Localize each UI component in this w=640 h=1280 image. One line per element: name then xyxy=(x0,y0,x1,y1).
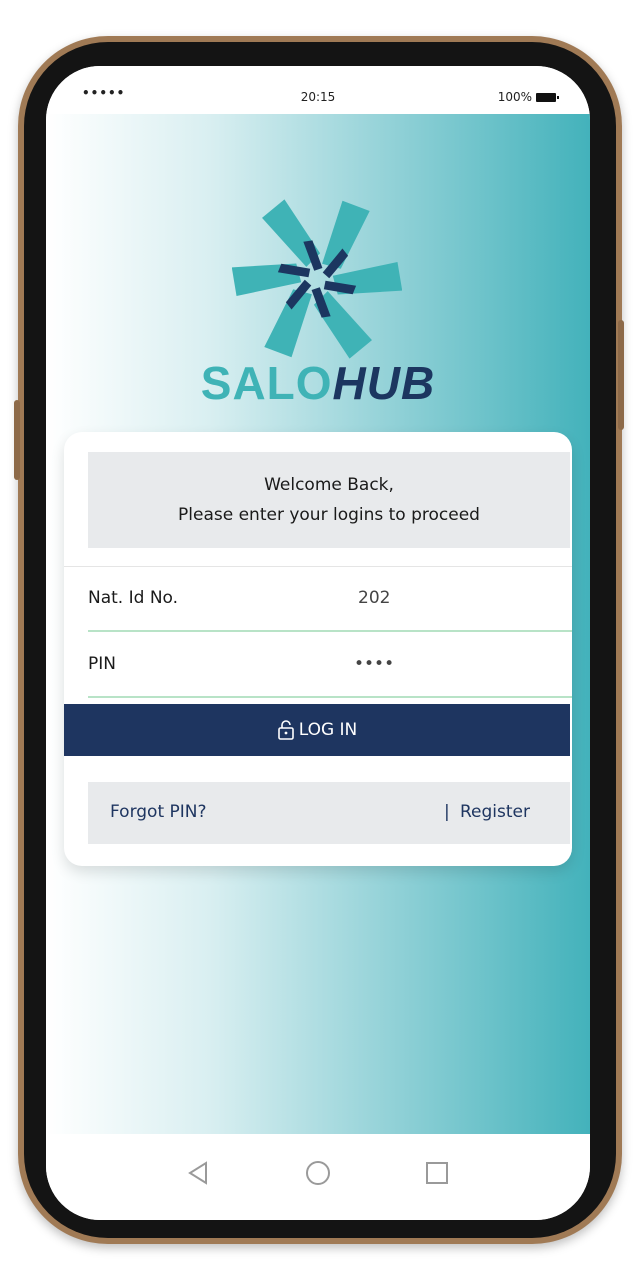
battery-status: 100% xyxy=(497,90,559,104)
register-link[interactable]: Register xyxy=(460,802,530,822)
back-triangle-icon[interactable] xyxy=(184,1158,214,1188)
status-bar: ••••• 20:15 100% xyxy=(46,66,590,114)
link-separator: | xyxy=(444,802,450,822)
divider xyxy=(64,566,572,567)
login-button-label: LOG IN xyxy=(298,720,358,740)
lock-icon xyxy=(277,720,294,740)
app-background: SALOHUB Welcome Back, Please enter your … xyxy=(46,114,590,1134)
national-id-field[interactable]: Nat. Id No. 202 xyxy=(88,570,572,632)
pin-field[interactable]: PIN •••• xyxy=(88,636,572,698)
welcome-panel: Welcome Back, Please enter your logins t… xyxy=(88,452,570,548)
volume-button xyxy=(14,400,20,480)
brand-part-salo: SALO xyxy=(200,357,333,409)
login-button[interactable]: LOG IN xyxy=(64,704,570,756)
forgot-pin-link[interactable]: Forgot PIN? xyxy=(110,802,207,822)
pin-input[interactable]: •••• xyxy=(354,654,394,674)
national-id-label: Nat. Id No. xyxy=(88,588,179,608)
recents-square-icon[interactable] xyxy=(422,1158,452,1188)
salohub-logo-icon xyxy=(232,199,402,359)
welcome-title: Welcome Back, xyxy=(264,475,394,495)
brand-name: SALOHUB xyxy=(46,356,590,410)
login-card: Welcome Back, Please enter your logins t… xyxy=(64,432,572,866)
pin-label: PIN xyxy=(88,654,116,674)
field-underline xyxy=(88,696,572,698)
navigation-bar xyxy=(46,1134,590,1220)
brand-part-hub: HUB xyxy=(332,357,436,409)
account-links-bar: Forgot PIN? | Register xyxy=(88,782,570,844)
battery-percent: 100% xyxy=(497,90,532,104)
field-underline xyxy=(88,630,572,632)
welcome-subtitle: Please enter your logins to proceed xyxy=(178,505,480,525)
battery-icon xyxy=(536,92,559,102)
national-id-input[interactable]: 202 xyxy=(358,588,390,608)
home-circle-icon[interactable] xyxy=(303,1158,333,1188)
phone-screen: ••••• 20:15 100% SALOHUB Welcome Back, P… xyxy=(46,66,590,1220)
power-button xyxy=(618,320,624,430)
